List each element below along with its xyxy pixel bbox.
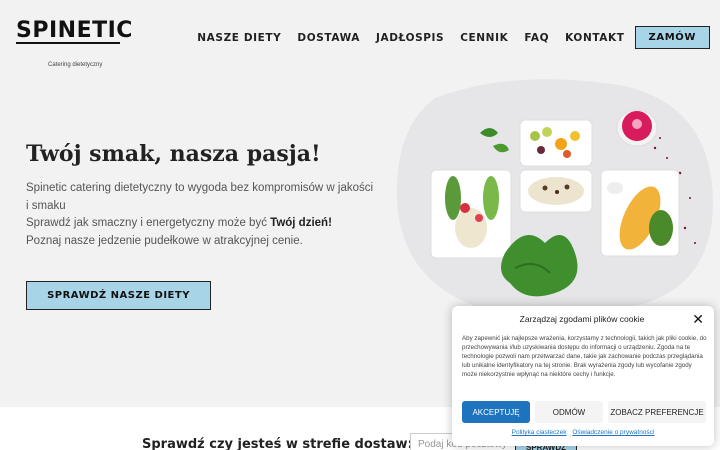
accept-button[interactable]: AKCEPTUJĘ	[462, 401, 530, 423]
site-header: SPINETIC Catering dietetyczny NASZE DIET…	[0, 0, 720, 70]
nav-jadlospis[interactable]: JADŁOSPIS	[376, 32, 444, 44]
logo-subtitle: Catering dietetyczny	[46, 62, 105, 68]
hero-description: Spinetic catering dietetyczny to wygoda …	[26, 180, 376, 250]
main-nav: NASZE DIETY DOSTAWA JADŁOSPIS CENNIK FAQ…	[181, 26, 710, 49]
nav-faq[interactable]: FAQ	[524, 32, 549, 44]
logo[interactable]: SPINETIC Catering dietetyczny	[16, 18, 133, 68]
cookie-links: Polityka ciasteczek Oświadczenie o prywa…	[452, 429, 714, 436]
hero-line-1: Spinetic catering dietetyczny to wygoda …	[26, 182, 374, 212]
deny-button[interactable]: ODMÓW	[535, 401, 603, 423]
nav-cennik[interactable]: CENNIK	[460, 32, 508, 44]
delivery-zone-label: Sprawdź czy jesteś w strefie dostaw:	[142, 437, 413, 450]
nav-kontakt[interactable]: KONTAKT	[565, 32, 624, 44]
nav-dostawa[interactable]: DOSTAWA	[297, 32, 360, 44]
check-diets-button[interactable]: SPRAWDŹ NASZE DIETY	[26, 281, 211, 310]
hero-line-2-prefix: Sprawdź jak smaczny i energetyczny może …	[26, 217, 271, 229]
hero-line-2-bold: Twój dzień!	[270, 217, 332, 229]
cookie-text: Aby zapewnić jak najlepsze wrażenia, kor…	[462, 335, 707, 378]
logo-text: SPINETIC	[16, 18, 133, 43]
order-button[interactable]: ZAMÓW	[634, 26, 710, 49]
cookie-title: Zarządzaj zgodami plików cookie	[519, 314, 645, 324]
logo-underline: Catering dietetyczny	[16, 42, 120, 68]
cookie-policy-link[interactable]: Polityka ciasteczek	[512, 429, 567, 436]
hero-title: Twój smak, nasza pasja!	[26, 141, 321, 167]
privacy-statement-link[interactable]: Oświadczenie o prywatności	[572, 429, 654, 436]
cookie-consent-modal: Zarządzaj zgodami plików cookie ✕ Aby za…	[452, 306, 714, 446]
preferences-button[interactable]: ZOBACZ PREFERENCJE	[608, 401, 706, 423]
food-boxes-image	[396, 79, 714, 306]
hero-line-3: Poznaj nasze jedzenie pudełkowe w atrakc…	[26, 234, 303, 247]
close-icon[interactable]: ✕	[692, 312, 704, 326]
nav-nasze-diety[interactable]: NASZE DIETY	[197, 32, 281, 44]
cookie-buttons: AKCEPTUJĘ ODMÓW ZOBACZ PREFERENCJE	[462, 401, 706, 423]
